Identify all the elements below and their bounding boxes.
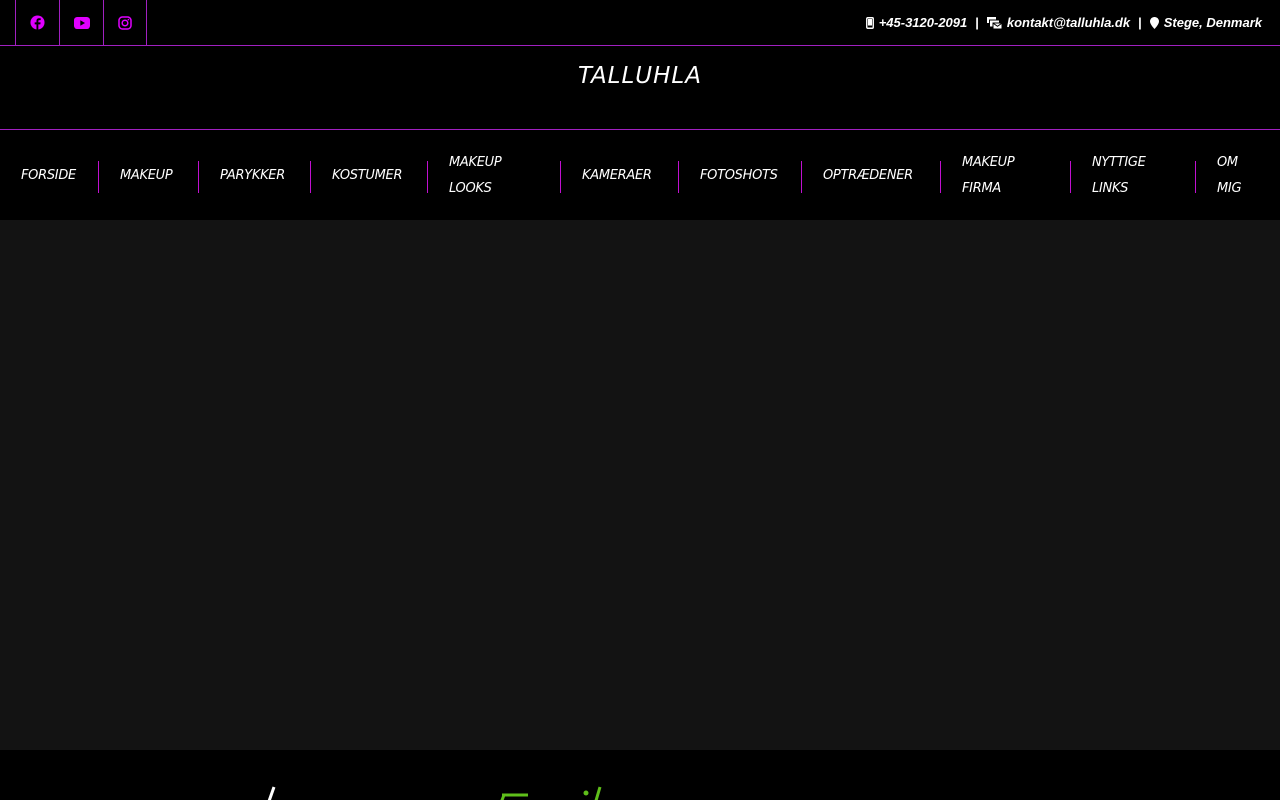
contact-location: Stege, Denmark: [1149, 15, 1262, 30]
social-links: [15, 0, 147, 45]
youtube-button[interactable]: [59, 0, 103, 45]
nav-item-label: MAKEUP: [120, 167, 173, 183]
nav-item-forside[interactable]: FORSIDE: [21, 131, 76, 220]
nav-item-label-line2: LINKS: [1092, 180, 1129, 196]
nav-item-om-mig[interactable]: OM MIG: [1217, 131, 1242, 220]
nav-item-label: OM MIG: [1217, 150, 1242, 202]
nav-divider: [198, 161, 199, 193]
map-marker-icon: [1149, 16, 1159, 29]
email-text: kontakt@talluhla.dk: [1006, 15, 1131, 30]
nav-divider: [1195, 161, 1196, 193]
nav-divider: [427, 161, 428, 193]
nav-item-label: PARYKKER: [220, 167, 285, 183]
nav-item-label-line1: OM: [1217, 154, 1238, 170]
nav-item-optraedener[interactable]: OPTRÆDENER: [823, 131, 913, 220]
top-bar: +45-3120-2091 | kontakt@talluhla.dk | St…: [0, 0, 1280, 46]
nav-item-label: OPTRÆDENER: [823, 167, 913, 183]
nav-item-nyttige-links[interactable]: NYTTIGE LINKS: [1092, 131, 1146, 220]
nav-item-label-line2: LOOKS: [449, 180, 492, 196]
youtube-icon: [73, 16, 90, 29]
phone-text: +45-3120-2091: [878, 15, 968, 30]
facebook-icon: [30, 15, 45, 30]
location-text: Stege, Denmark: [1163, 15, 1262, 30]
nav-divider: [678, 161, 679, 193]
facebook-button[interactable]: [15, 0, 59, 45]
nav-divider: [1070, 161, 1071, 193]
instagram-icon: [118, 15, 132, 30]
nav-item-label: MAKEUP LOOKS: [449, 150, 502, 202]
contact-separator: |: [1138, 15, 1142, 30]
nav-item-fotoshots[interactable]: FOTOSHOTS: [700, 131, 778, 220]
nav-divider: [801, 161, 802, 193]
instagram-button[interactable]: [103, 0, 147, 45]
contact-phone[interactable]: +45-3120-2091: [865, 15, 968, 30]
nav-item-label-line1: MAKEUP: [962, 154, 1015, 170]
nav-item-label-line1: NYTTIGE: [1092, 154, 1146, 170]
nav-item-parykker[interactable]: PARYKKER: [220, 131, 285, 220]
nav-item-label: FOTOSHOTS: [700, 167, 778, 183]
nav-item-label: KOSTUMER: [332, 167, 403, 183]
contact-email[interactable]: kontakt@talluhla.dk: [986, 15, 1131, 30]
nav-item-label: KAMERAER: [582, 167, 652, 183]
nav-item-kameraer[interactable]: KAMERAER: [582, 131, 652, 220]
hero-banner: [0, 220, 1280, 750]
section-heading-decor: [152, 780, 277, 800]
nav-item-label: FORSIDE: [21, 167, 76, 183]
mobile-phone-icon: [865, 16, 874, 29]
nav-item-makeup-firma[interactable]: MAKEUP FIRMA: [962, 131, 1015, 220]
nav-item-makeup[interactable]: MAKEUP: [120, 131, 173, 220]
mail-bulk-icon: [986, 16, 1002, 29]
section-heading-accent: [488, 780, 608, 800]
nav-divider: [940, 161, 941, 193]
nav-divider: [310, 161, 311, 193]
contact-separator: |: [975, 15, 979, 30]
nav-item-label: MAKEUP FIRMA: [962, 150, 1015, 202]
nav-item-label-line2: MIG: [1217, 180, 1242, 196]
nav-item-label-line2: FIRMA: [962, 180, 1001, 196]
site-title[interactable]: TALLUHLA: [0, 63, 1280, 89]
nav-item-kostumer[interactable]: KOSTUMER: [332, 131, 402, 220]
nav-item-makeup-looks[interactable]: MAKEUP LOOKS: [449, 131, 502, 220]
site-header: TALLUHLA: [0, 46, 1280, 130]
content-section: [0, 750, 1280, 800]
nav-divider: [98, 161, 99, 193]
section-heading: [152, 780, 602, 800]
nav-divider: [560, 161, 561, 193]
main-nav: FORSIDE MAKEUP PARYKKER KOSTUMER MAKEUP …: [0, 131, 1280, 220]
contact-info: +45-3120-2091 | kontakt@talluhla.dk | St…: [865, 0, 1262, 45]
nav-item-label: NYTTIGE LINKS: [1092, 150, 1146, 202]
nav-item-label-line1: MAKEUP: [449, 154, 502, 170]
